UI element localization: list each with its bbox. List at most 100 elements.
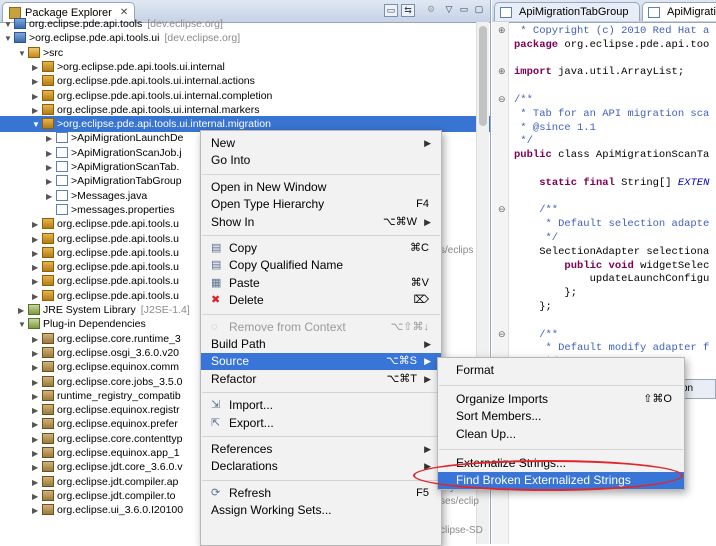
tree-item-label: >Messages.java xyxy=(71,189,148,202)
code-line: }; xyxy=(514,287,578,300)
submenu-item-sort-members[interactable]: Sort Members... xyxy=(438,408,684,425)
menu-item-label: Export... xyxy=(229,415,274,430)
code-line: * @since 1.1 xyxy=(514,121,596,134)
editor-tab-apimigrati[interactable]: ApiMigrati xyxy=(642,2,716,21)
menu-item-paste[interactable]: ▦ Paste ⌘V xyxy=(201,275,441,292)
expand-fold-icon[interactable]: ⊕ xyxy=(498,25,506,36)
jar-icon xyxy=(42,418,54,430)
maximize-icon[interactable]: ▢ xyxy=(472,4,486,17)
package-icon xyxy=(42,289,54,301)
menu-item-label: Open Type Hierarchy xyxy=(211,197,325,212)
menu-item-assign-working-sets[interactable]: Assign Working Sets... xyxy=(201,502,441,519)
tree-item-label: org.eclipse.jdt.compiler.ap xyxy=(57,475,179,488)
menu-item-label: References xyxy=(211,442,273,456)
menu-item-go-into[interactable]: Go Into xyxy=(201,152,441,169)
source-submenu: Format Organize Imports ⇧⌘O Sort Members...… xyxy=(437,357,685,490)
submenu-arrow-icon: ▶ xyxy=(424,373,431,384)
editor-tabbar: ApiMigrationTabGroup ApiMigrati xyxy=(492,0,716,23)
package-icon xyxy=(42,246,54,258)
menu-item-references[interactable]: References ▶ xyxy=(201,441,441,458)
menu-item-label: Remove from Context xyxy=(229,319,346,334)
menu-item-import[interactable]: ⇲ Import... xyxy=(201,397,441,414)
editor-tab-label: ApiMigrati xyxy=(667,6,716,18)
menu-item-label: Assign Working Sets... xyxy=(211,503,332,518)
tree-item-label: org.eclipse.pde.api.tools.u xyxy=(57,246,179,259)
code-line: public void widgetSelec xyxy=(564,259,710,272)
menu-item-shortcut: ⌘C xyxy=(410,242,429,254)
submenu-item-clean-up[interactable]: Clean Up... xyxy=(438,426,684,443)
tree-item-label: org.eclipse.pde.api.tools.ui.internal.ac… xyxy=(57,75,255,88)
menu-item-remove-from-context: ◌ Remove from Context ⌥⇧⌘↓ xyxy=(201,319,441,336)
code-line: public class ApiMigrationScanTa xyxy=(514,149,710,162)
tree-item-label: JRE System Library xyxy=(43,304,136,316)
menu-item-label: Import... xyxy=(229,398,274,413)
submenu-item-find-broken-externalized-strings[interactable]: Find Broken Externalized Strings xyxy=(438,472,684,489)
menu-item-open-type-hierarchy[interactable]: Open Type Hierarchy F4 xyxy=(201,196,441,213)
code-line: /** xyxy=(514,328,559,341)
menu-item-new[interactable]: New ▶ xyxy=(201,135,441,152)
minimize-icon[interactable]: ▭ xyxy=(457,4,471,17)
tree-item-label: org.eclipse.core.runtime_3 xyxy=(57,332,181,345)
menu-item-label: Format xyxy=(456,363,495,377)
refresh-icon: ⟳ xyxy=(211,486,221,499)
submenu-arrow-icon: ▶ xyxy=(424,356,431,367)
tree-item-label: org.eclipse.pde.api.tools.u xyxy=(57,261,179,274)
submenu-item-externalize-strings[interactable]: Externalize Strings... xyxy=(438,455,684,472)
code-line: static final String[] EXTEN xyxy=(539,176,710,189)
tree-item-label: org.eclipse.equinox.comm xyxy=(57,361,179,374)
menu-item-source[interactable]: Source ⌥⌘S ▶ xyxy=(201,353,441,371)
code-line: package org.eclipse.pde.api.too xyxy=(514,38,710,51)
tree-item-label: Plug-in Dependencies xyxy=(43,318,146,331)
tree-item-location-fragment: clipse-SD xyxy=(440,525,483,536)
filter-icon[interactable]: ⚙ xyxy=(424,4,438,17)
jar-icon xyxy=(42,346,54,358)
tree-item-label: >messages.properties xyxy=(71,203,175,216)
submenu-item-format[interactable]: Format xyxy=(438,362,684,379)
menu-item-export[interactable]: ⇱ Export... xyxy=(201,415,441,432)
project-icon xyxy=(14,32,26,44)
java-file-icon xyxy=(500,6,512,18)
jar-icon xyxy=(42,489,54,501)
scrollbar-thumb[interactable] xyxy=(479,26,487,126)
jar-icon xyxy=(42,332,54,344)
menu-item-refactor[interactable]: Refactor ⌥⌘T ▶ xyxy=(201,371,441,388)
tree-item[interactable]: ▶ org.eclipse.ui_3.6.0.I20100 xyxy=(0,502,183,518)
submenu-item-organize-imports[interactable]: Organize Imports ⇧⌘O xyxy=(438,391,684,408)
jar-icon xyxy=(42,461,54,473)
java-file-icon xyxy=(648,6,660,18)
jar-icon xyxy=(42,375,54,387)
tree-item-label: org.eclipse.osgi_3.6.0.v20 xyxy=(57,346,179,359)
menu-item-build-path[interactable]: Build Path ▶ xyxy=(201,336,441,353)
collapse-fold-icon[interactable]: ⊖ xyxy=(498,204,506,215)
collapse-fold-icon[interactable]: ⊖ xyxy=(498,329,506,340)
package-icon xyxy=(42,275,54,287)
menu-item-delete[interactable]: ✖ Delete ⌦ xyxy=(201,292,441,309)
view-menu-icon[interactable]: ▽ xyxy=(442,4,456,17)
menu-item-label: Declarations xyxy=(211,459,278,474)
menu-item-copy-qualified-name[interactable]: ▤ Copy Qualified Name xyxy=(201,257,441,274)
menu-item-label: Externalize Strings... xyxy=(456,455,567,470)
menu-item-shortcut: F4 xyxy=(416,198,429,211)
package-icon xyxy=(42,89,54,101)
editor-tab-apimigrationtabgroup[interactable]: ApiMigrationTabGroup xyxy=(494,2,640,21)
menu-item-declarations[interactable]: Declarations ▶ xyxy=(201,458,441,475)
collapsed-twisty-icon[interactable]: ▶ xyxy=(32,503,42,519)
collapse-all-icon[interactable]: ▭ xyxy=(384,4,398,17)
package-icon xyxy=(42,218,54,230)
menu-item-open-in-new-window[interactable]: Open in New Window xyxy=(201,179,441,196)
tree-item-label: org.eclipse.pde.api.tools.ui.internal.ma… xyxy=(57,103,260,116)
java-file-icon xyxy=(56,161,68,172)
link-with-editor-icon[interactable]: ⇆ xyxy=(401,4,415,17)
collapse-fold-icon[interactable]: ⊖ xyxy=(498,94,506,105)
menu-item-show-in[interactable]: Show In ⌥⌘W ▶ xyxy=(201,214,441,231)
tree-item-label: org.eclipse.pde.api.tools.ui.internal.co… xyxy=(57,89,273,102)
menu-item-label: Find Broken Externalized Strings xyxy=(456,473,631,487)
editor-tab-label: ApiMigrationTabGroup xyxy=(519,6,629,18)
menu-item-refresh[interactable]: ⟳ Refresh F5 xyxy=(201,485,441,502)
tree-item-label: >org.eclipse.pde.api.tools.ui.internal.m… xyxy=(57,118,271,131)
expand-fold-icon[interactable]: ⊕ xyxy=(498,66,506,77)
tree-item-label: >ApiMigrationScanTab. xyxy=(71,161,180,173)
jar-icon xyxy=(42,432,54,444)
menu-item-copy[interactable]: ▤ Copy ⌘C xyxy=(201,240,441,257)
package-icon xyxy=(42,60,54,72)
